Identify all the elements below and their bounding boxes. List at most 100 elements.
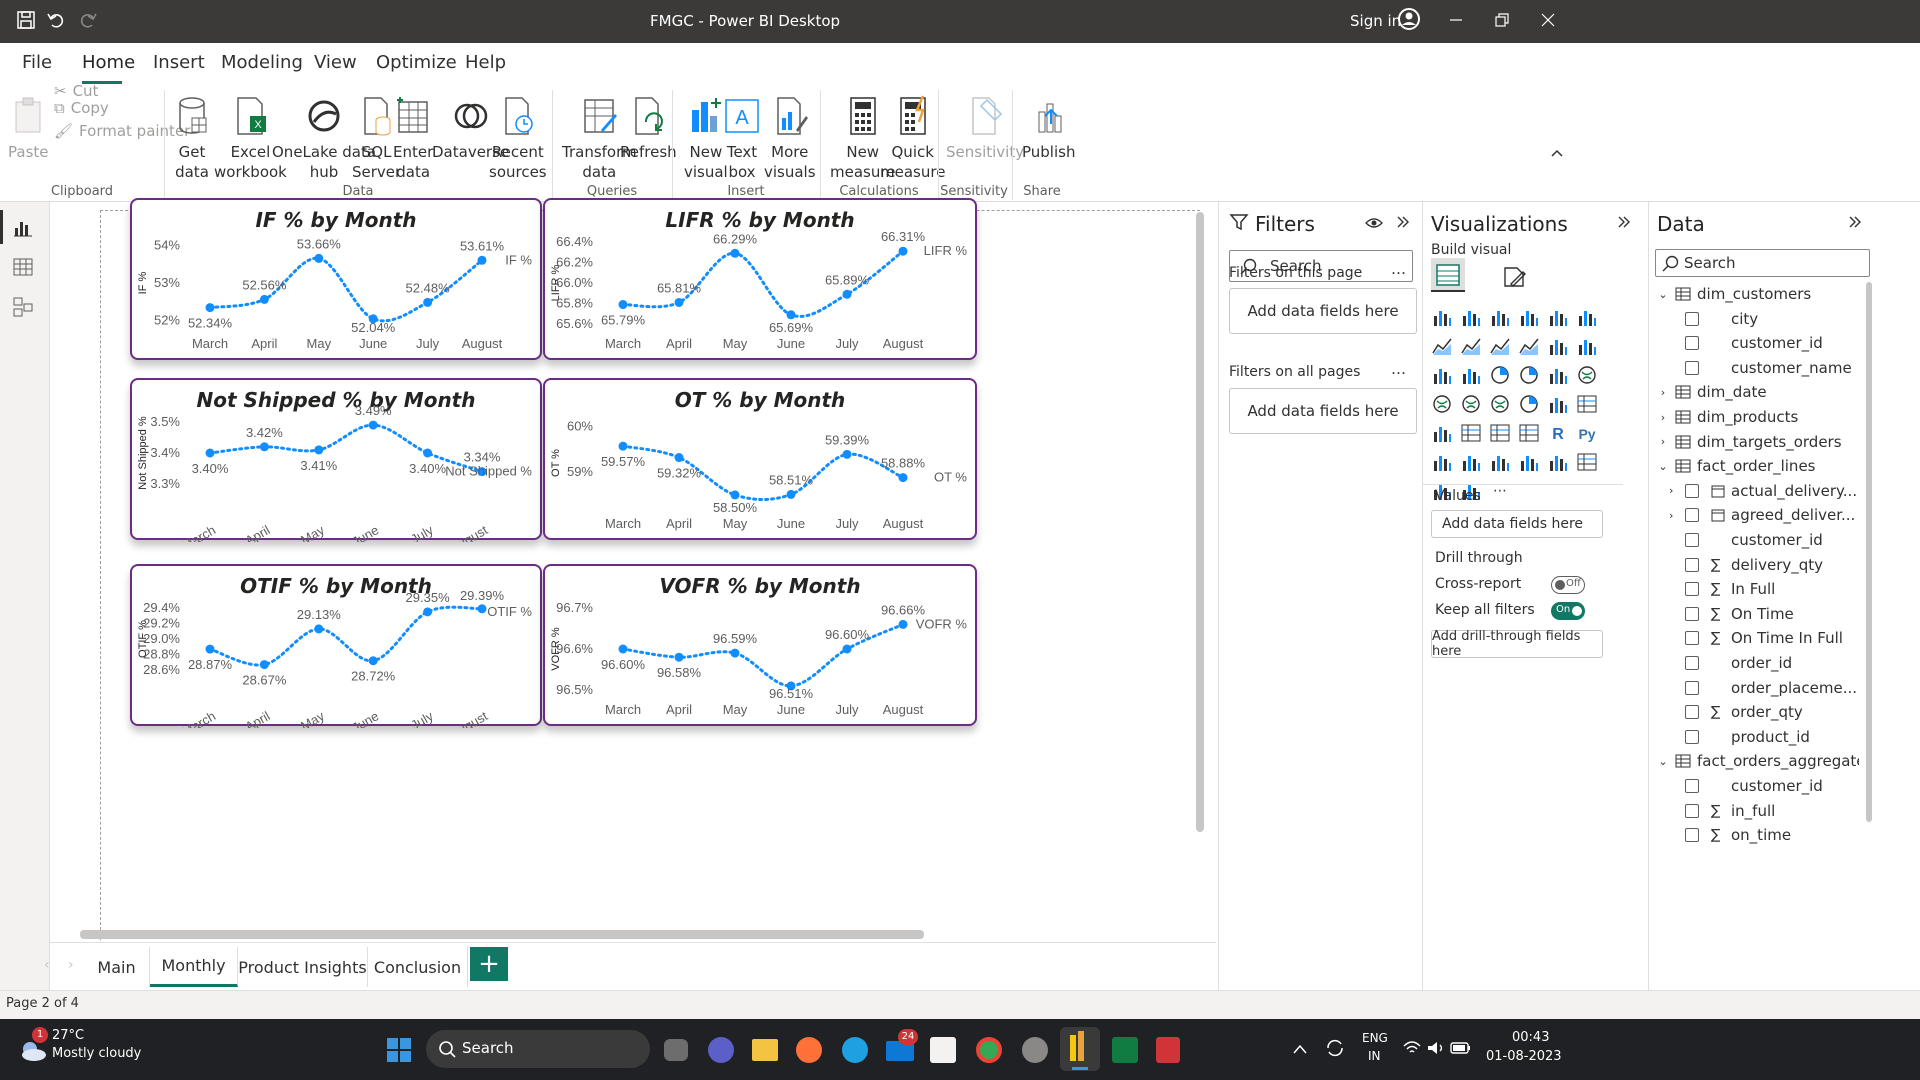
data-point[interactable]	[314, 445, 324, 455]
field-checkbox[interactable]	[1685, 360, 1699, 375]
task-view-icon[interactable]	[664, 1039, 688, 1061]
field-checkbox[interactable]	[1685, 705, 1699, 720]
data-point[interactable]	[205, 644, 215, 654]
data-scrollbar[interactable]	[1866, 282, 1872, 822]
stacked-area-icon[interactable]	[1489, 335, 1511, 357]
publish-button[interactable]: Publish	[1022, 94, 1075, 162]
field-checkbox[interactable]	[1685, 533, 1699, 547]
field-checkbox[interactable]	[1685, 508, 1699, 523]
field-node[interactable]: customer_id	[1649, 331, 1823, 355]
field-checkbox[interactable]	[1685, 803, 1699, 818]
multi-row-card-icon[interactable]	[1576, 393, 1598, 415]
add-page-button[interactable]: +	[470, 947, 508, 981]
collapse-filters-icon[interactable]	[1395, 214, 1411, 230]
eye-icon[interactable]	[1365, 216, 1383, 230]
menu-optimize[interactable]: Optimize	[376, 52, 457, 73]
data-point[interactable]	[618, 644, 628, 654]
save-icon[interactable]	[16, 10, 36, 30]
field-node[interactable]: customer_id	[1649, 528, 1823, 552]
taskbar-search-box[interactable]: Search	[426, 1030, 650, 1068]
more-visuals-button[interactable]: More visuals	[764, 94, 816, 182]
kpi-icon[interactable]	[1431, 422, 1453, 444]
cut-button[interactable]: ✂ Cut	[54, 82, 98, 100]
table-node[interactable]: ⌄ fact_order_lines	[1649, 454, 1815, 478]
chevron-down-icon[interactable]: ⌄	[1655, 460, 1671, 473]
100-bar-icon[interactable]	[1547, 306, 1569, 328]
data-point[interactable]	[259, 294, 269, 304]
all-pages-filter-well[interactable]: Add data fields here	[1229, 388, 1417, 434]
data-point[interactable]	[786, 310, 796, 320]
tabs-scroll-left-icon[interactable]: ‹	[44, 957, 50, 973]
model-view-icon[interactable]	[12, 296, 34, 318]
build-visual-tab[interactable]	[1431, 258, 1465, 292]
data-point[interactable]	[314, 624, 324, 634]
enter-data-button[interactable]: Enter data	[393, 94, 433, 182]
data-point[interactable]	[674, 453, 684, 463]
chart-card[interactable]: Not Shipped % by Month Not Shipped % 3.5% 3…	[130, 378, 542, 542]
data-point[interactable]	[898, 473, 908, 483]
table-node[interactable]: › dim_date	[1649, 380, 1767, 404]
data-point[interactable]	[842, 644, 852, 654]
field-node[interactable]: ∑ On Time In Full	[1649, 626, 1843, 650]
quick-measure-button[interactable]: Quick measure	[880, 94, 945, 182]
field-node[interactable]: product_id	[1649, 725, 1810, 749]
more-options-icon[interactable]: …	[1391, 260, 1406, 278]
data-point[interactable]	[618, 441, 628, 451]
tab-main[interactable]: Main	[84, 947, 150, 987]
tray-chevron-icon[interactable]	[1292, 1043, 1308, 1055]
copy-button[interactable]: ⧉ Copy	[54, 99, 109, 117]
windows-start-icon[interactable]	[386, 1037, 412, 1063]
account-icon[interactable]	[1397, 7, 1421, 31]
chevron-down-icon[interactable]: ⌄	[1655, 288, 1671, 301]
field-node[interactable]: › agreed_deliver...	[1649, 503, 1855, 527]
edge-icon[interactable]	[842, 1037, 868, 1063]
chart-card[interactable]: VOFR % by Month VOFR % 96.7% 96.6% 96.5% Marc…	[543, 564, 977, 726]
menu-help[interactable]: Help	[465, 52, 506, 73]
data-point[interactable]	[423, 297, 433, 307]
field-checkbox[interactable]	[1685, 336, 1699, 351]
data-point[interactable]	[674, 652, 684, 662]
waterfall-icon[interactable]	[1547, 335, 1569, 357]
map-icon[interactable]	[1576, 364, 1598, 386]
acrobat-icon[interactable]	[1156, 1037, 1180, 1063]
field-node[interactable]: ∑ in_full	[1649, 799, 1775, 823]
treemap-icon[interactable]	[1547, 364, 1569, 386]
collapse-data-icon[interactable]	[1847, 214, 1863, 230]
data-point[interactable]	[368, 656, 378, 666]
field-node[interactable]: customer_id	[1649, 774, 1823, 798]
close-icon[interactable]	[1540, 12, 1556, 28]
data-point[interactable]	[786, 489, 796, 499]
data-point[interactable]	[259, 660, 269, 670]
page-filter-well[interactable]: Add data fields here	[1229, 288, 1417, 334]
field-checkbox[interactable]	[1685, 582, 1699, 597]
more-options-icon[interactable]: …	[1391, 360, 1406, 378]
gauge-icon[interactable]	[1518, 393, 1540, 415]
clock-date[interactable]: 01-08-2023	[1486, 1049, 1562, 1064]
field-checkbox[interactable]	[1685, 729, 1699, 744]
chevron-down-icon[interactable]: ⌄	[1655, 755, 1671, 768]
chevron-right-icon[interactable]: ›	[1669, 484, 1685, 497]
data-point[interactable]	[842, 289, 852, 299]
undo-icon[interactable]	[46, 10, 66, 30]
data-point[interactable]	[898, 246, 908, 256]
data-point[interactable]	[205, 448, 215, 458]
chart-card[interactable]: LIFR % by Month LIFR % 66.4% 66.2% 66.0% 65.8…	[543, 198, 977, 360]
tab-monthly[interactable]: Monthly	[150, 947, 238, 987]
shape-map-icon[interactable]	[1460, 393, 1482, 415]
data-point[interactable]	[314, 253, 324, 263]
settings-gear-icon[interactable]	[1022, 1037, 1048, 1063]
ribbon-icon[interactable]	[1518, 335, 1540, 357]
data-point[interactable]	[730, 248, 740, 258]
field-node[interactable]: order_id	[1649, 651, 1792, 675]
azure-map-icon[interactable]	[1489, 393, 1511, 415]
chart-card[interactable]: OTIF % by Month OTIF % 29.4% 29.2% 29.0% 28.8…	[130, 564, 542, 728]
field-node[interactable]: ∑ on_time	[1649, 823, 1791, 847]
field-checkbox[interactable]	[1685, 557, 1699, 572]
chrome-icon[interactable]	[976, 1037, 1002, 1063]
chevron-right-icon[interactable]: ›	[1669, 509, 1685, 522]
redo-icon[interactable]	[78, 10, 98, 30]
tabs-scroll-right-icon[interactable]: ›	[68, 957, 74, 973]
firefox-icon[interactable]	[796, 1037, 822, 1063]
table-icon[interactable]	[1489, 422, 1511, 444]
field-checkbox[interactable]	[1685, 680, 1699, 695]
